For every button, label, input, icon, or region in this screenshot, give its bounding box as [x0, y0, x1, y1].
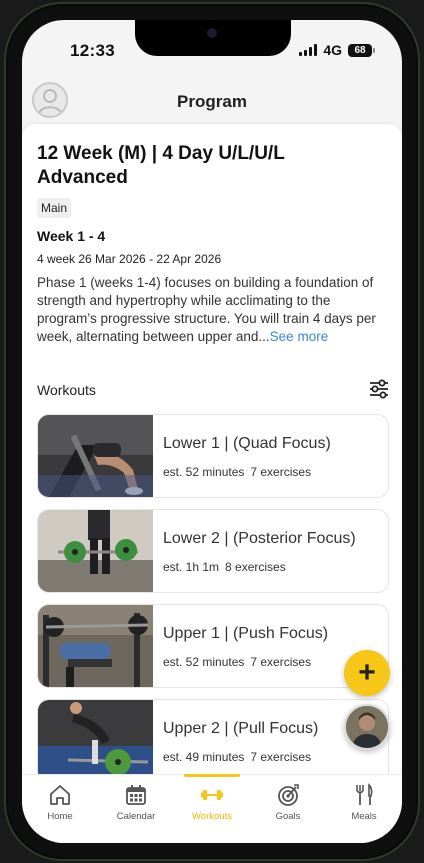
fork-knife-icon — [356, 783, 373, 805]
workout-exercise-count: 7 exercises — [250, 655, 312, 669]
dumbbell-icon — [201, 790, 223, 800]
tab-home[interactable]: Home — [22, 775, 98, 843]
workout-exercise-count: 7 exercises — [250, 465, 312, 479]
workout-card[interactable]: Upper 1 | (Push Focus) est. 52 minutes 7 … — [37, 604, 389, 688]
workout-thumbnail — [38, 415, 153, 497]
workout-thumbnail — [38, 700, 153, 782]
workout-name: Lower 1 | (Quad Focus) — [163, 435, 331, 452]
notch — [135, 20, 291, 56]
coach-photo — [346, 706, 388, 748]
week-title: Week 1 - 4 — [37, 228, 106, 244]
workout-thumbnail — [38, 605, 153, 687]
workout-duration: est. 1h 1m — [163, 560, 220, 574]
workout-name: Upper 1 | (Push Focus) — [163, 625, 329, 642]
workouts-heading: Workouts — [37, 382, 96, 398]
tab-calendar[interactable]: Calendar — [98, 775, 174, 843]
app-screen: 12:33 4G 68 Program 12 Week (M) | 4 Day … — [22, 20, 402, 843]
app-header: Program — [22, 80, 402, 124]
active-tab-indicator — [184, 774, 240, 777]
calendar-icon — [126, 785, 146, 805]
week-dates: 4 week 26 Mar 2026 - 22 Apr 2026 — [37, 252, 222, 266]
workout-exercise-count: 7 exercises — [250, 750, 312, 764]
status-indicators: 4G 68 — [299, 42, 375, 58]
signal-icon — [299, 44, 318, 56]
tab-meals[interactable]: Meals — [326, 775, 402, 843]
filter-sliders-icon[interactable] — [368, 378, 390, 400]
tab-goals[interactable]: Goals — [250, 775, 326, 843]
tab-label: Meals — [351, 811, 377, 822]
workout-name: Upper 2 | (Pull Focus) — [163, 720, 319, 737]
workout-duration: est. 52 minutes — [163, 465, 245, 479]
workout-exercise-count: 8 exercises — [225, 560, 286, 574]
tab-workouts[interactable]: Workouts — [174, 774, 250, 843]
workout-card[interactable]: Lower 2 | (Posterior Focus) est. 1h 1m 8 … — [37, 509, 389, 593]
target-icon — [278, 784, 299, 806]
home-icon — [50, 785, 70, 805]
network-type: 4G — [323, 42, 342, 58]
coach-chat-avatar[interactable] — [344, 704, 390, 750]
tab-label: Goals — [275, 811, 301, 822]
workout-duration: est. 49 minutes — [163, 750, 245, 764]
tab-label: Home — [47, 811, 73, 822]
workout-meta: est. 52 minutes 7 exercises — [163, 655, 311, 669]
tab-label: Calendar — [116, 811, 156, 822]
program-description: Phase 1 (weeks 1-4) focuses on building … — [37, 274, 387, 346]
workout-meta: est. 49 minutes 7 exercises — [163, 750, 311, 764]
program-title: 12 Week (M) | 4 Day U/L/U/L Advanced — [37, 143, 285, 188]
workout-card[interactable]: Upper 2 | (Pull Focus) est. 49 minutes 7 … — [37, 699, 389, 783]
workout-duration: est. 52 minutes — [163, 655, 245, 669]
page-title: Program — [177, 92, 247, 111]
tab-label: Workouts — [192, 811, 232, 822]
program-tag: Main — [37, 198, 72, 218]
add-fab-button[interactable]: + — [344, 650, 390, 696]
workout-name: Lower 2 | (Posterior Focus) — [163, 530, 356, 547]
status-time: 12:33 — [70, 41, 115, 60]
workout-meta: est. 52 minutes 7 exercises — [163, 465, 311, 479]
plus-icon: + — [358, 656, 376, 689]
bottom-tab-bar: Home Calendar Workouts Goals Meals — [22, 774, 402, 843]
see-more-link[interactable]: See more — [270, 329, 329, 344]
battery-icon: 68 — [348, 43, 375, 57]
workout-card[interactable]: Lower 1 | (Quad Focus) est. 52 minutes 7 … — [37, 414, 389, 498]
workout-meta: est. 1h 1m 8 exercises — [163, 560, 286, 574]
workout-thumbnail — [38, 510, 153, 592]
